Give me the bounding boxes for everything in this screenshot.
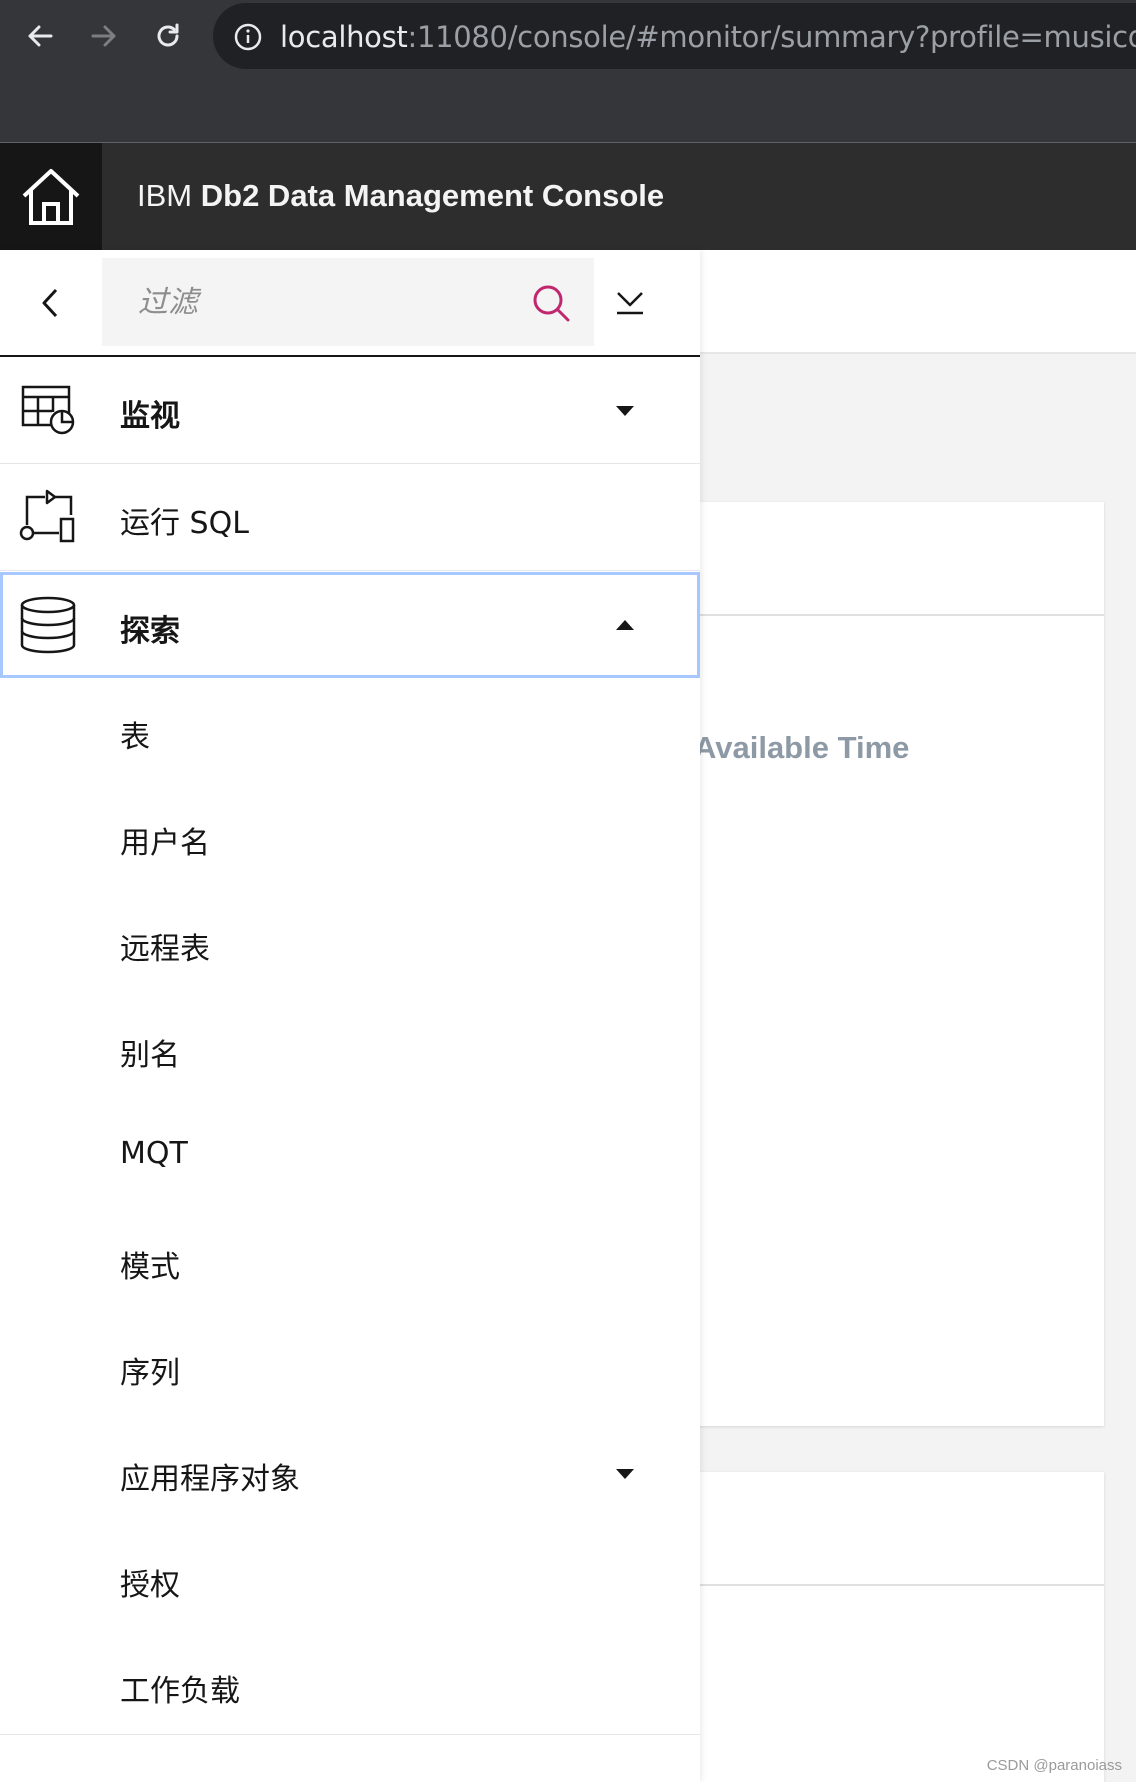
caret-up-icon [616, 620, 634, 630]
nav-subitem-label: 序列 [120, 1356, 180, 1391]
nav-subitem-tables[interactable]: 表 [0, 679, 700, 785]
browser-toolbar: localhost:11080/console/#monitor/summary… [0, 0, 1136, 143]
nav-item-label: 监视 [120, 399, 180, 434]
app-title-product: Db2 Data Management Console [200, 178, 665, 213]
database-icon [18, 595, 78, 655]
browser-back-button[interactable] [18, 14, 62, 58]
nav-subitem-schemas[interactable]: 模式 [0, 1209, 700, 1315]
collapse-nav-button[interactable] [30, 278, 70, 328]
nav-subitem-application-objects[interactable]: 应用程序对象 [0, 1421, 700, 1527]
chevron-left-icon [42, 288, 58, 318]
app-title: IBM Db2 Data Management Console [137, 178, 664, 214]
filter-input[interactable] [138, 280, 518, 324]
filter-field[interactable] [102, 258, 594, 346]
nav-subitem-users[interactable]: 用户名 [0, 785, 700, 891]
nav-item-label: 运行 SQL [120, 506, 249, 541]
nav-item-label: 探索 [120, 614, 180, 649]
nav-subitem-sequences[interactable]: 序列 [0, 1315, 700, 1421]
nav-subitem-mqt[interactable]: MQT [0, 1103, 700, 1209]
url-host: localhost [280, 20, 408, 54]
nav-subitem-aliases[interactable]: 别名 [0, 997, 700, 1103]
app-title-brand: IBM [137, 178, 193, 213]
arrow-left-icon [28, 25, 53, 47]
nav-subitem-label: 别名 [120, 1038, 180, 1073]
caret-down-icon [616, 1469, 634, 1479]
nav-subitem-label: MQT [120, 1136, 188, 1171]
monitor-dashboard-icon [18, 380, 78, 440]
address-bar[interactable]: localhost:11080/console/#monitor/summary… [213, 3, 1136, 69]
card-metric-label: Available Time [694, 730, 910, 765]
browser-forward-button[interactable] [82, 14, 126, 58]
nav-subitem-label: 工作负载 [120, 1674, 240, 1709]
nav-subitem-label: 授权 [120, 1568, 180, 1603]
nav-item-explore[interactable]: 探索 [0, 572, 700, 678]
info-icon[interactable] [233, 22, 263, 52]
home-icon [22, 168, 80, 225]
nav-subitem-workloads[interactable]: 工作负载 [0, 1633, 700, 1739]
url-path: :11080/console/#monitor/summary?profile=… [407, 20, 1136, 54]
nav-item-monitor[interactable]: 监视 [0, 357, 700, 464]
filter-row [0, 250, 700, 357]
nav-subitem-privileges[interactable]: 授权 [0, 1527, 700, 1633]
collapse-all-button[interactable] [608, 283, 652, 323]
nav-subitem-label: 应用程序对象 [120, 1462, 300, 1497]
nav-divider [0, 1734, 700, 1735]
app-header: IBM Db2 Data Management Console [0, 143, 1136, 250]
url-text: localhost:11080/console/#monitor/summary… [280, 20, 1136, 54]
run-sql-icon [18, 487, 78, 547]
caret-down-icon [616, 406, 634, 416]
nav-subitem-label: 用户名 [120, 826, 210, 861]
search-icon[interactable] [530, 282, 572, 324]
arrow-right-icon [91, 25, 116, 47]
browser-reload-button[interactable] [146, 14, 190, 58]
nav-subitem-label: 远程表 [120, 932, 210, 967]
nav-subitem-remote-tables[interactable]: 远程表 [0, 891, 700, 997]
reload-icon [157, 23, 179, 47]
nav-item-run-sql[interactable]: 运行 SQL [0, 464, 700, 571]
nav-subitem-label: 表 [120, 720, 150, 755]
watermark: CSDN @paranoiass [986, 1757, 1122, 1774]
collapse-all-icon [617, 292, 643, 315]
side-navigation: 监视 运行 SQL 探索 表 用户名 远程表 别名 MQT 模式 序列 应用程序… [0, 250, 700, 1782]
nav-subitem-label: 模式 [120, 1250, 180, 1285]
home-button[interactable] [0, 143, 102, 250]
